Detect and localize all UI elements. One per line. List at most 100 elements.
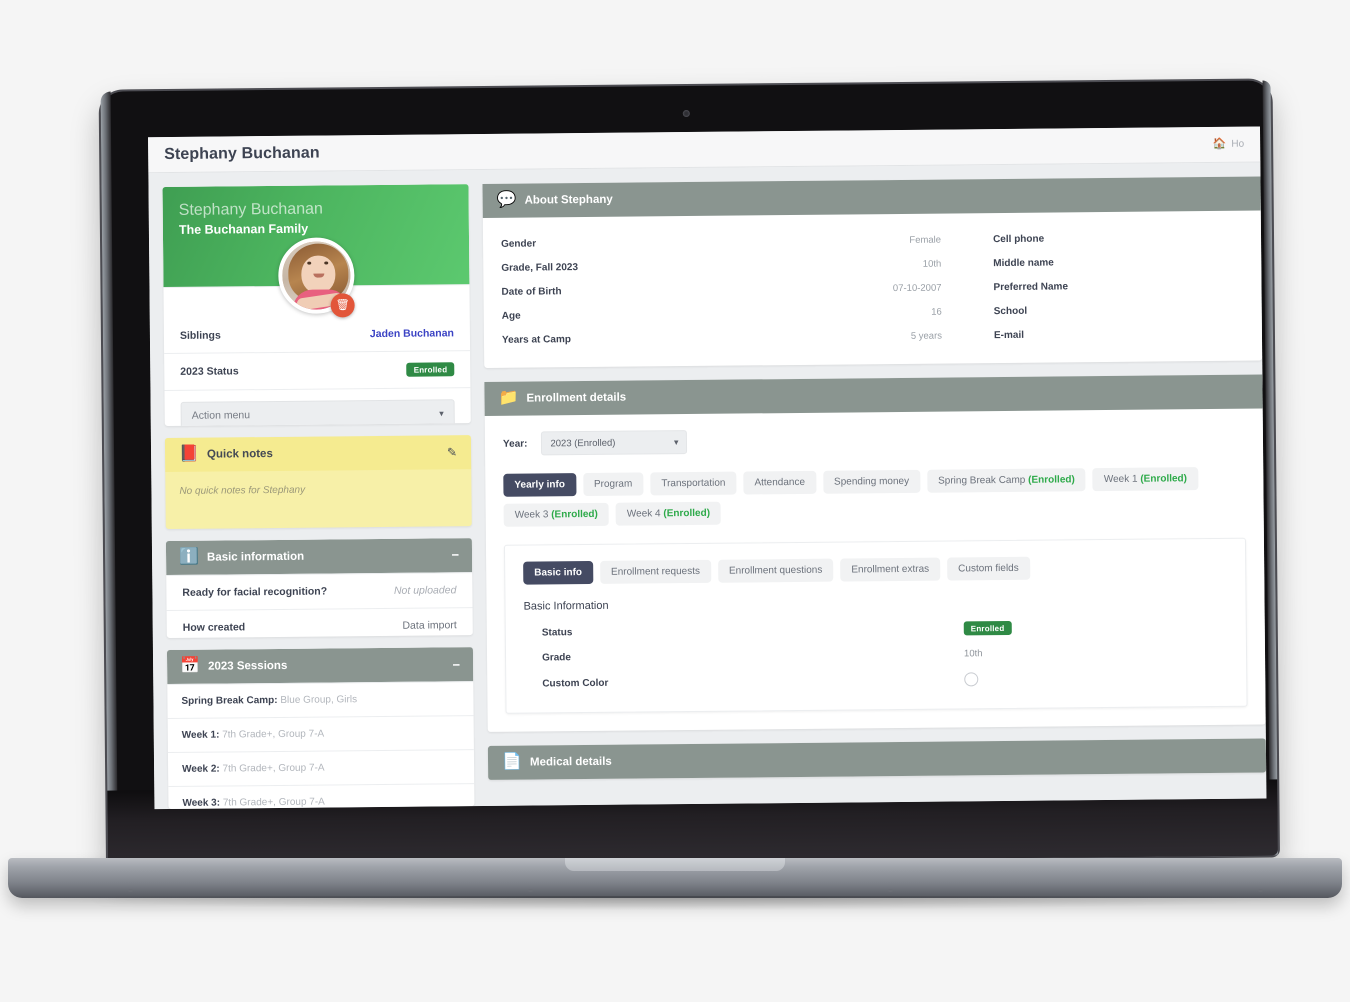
enrollment-tabs: Yearly info Program Transportation Atten… [503, 467, 1245, 527]
year-select[interactable]: 2023 (Enrolled) ▾ [541, 430, 688, 456]
tab-basic-info[interactable]: Basic info [523, 560, 594, 585]
tab-yearly-info[interactable]: Yearly info [503, 473, 577, 497]
chevron-down-icon: ▾ [673, 436, 679, 447]
tab-week-4[interactable]: Week 4 (Enrolled) [615, 501, 722, 526]
session-label: Week 1: [181, 729, 220, 742]
main-column: 💬 About Stephany Gender Female Cell phon… [482, 176, 1267, 806]
year-select-value: 2023 (Enrolled) [550, 437, 616, 449]
tab-spring-break-camp[interactable]: Spring Break Camp (Enrolled) [926, 468, 1086, 493]
minus-icon[interactable]: − [452, 657, 460, 672]
page-title: Stephany Buchanan [164, 144, 320, 163]
tab-enrollment-questions[interactable]: Enrollment questions [717, 558, 834, 583]
speech-info-icon: 💬 [496, 191, 517, 209]
info-circle-icon: ℹ️ [178, 548, 200, 566]
about-key: Cell phone [992, 233, 1045, 245]
about-title: About Stephany [524, 193, 613, 207]
facial-recognition-label: Ready for facial recognition? [182, 585, 328, 599]
tab-week-1[interactable]: Week 1 (Enrolled) [1092, 467, 1199, 492]
enrollment-card: 📁 Enrollment details Year: 2023 (Enrolle… [484, 374, 1266, 732]
list-item: Week 2: 7th Grade+, Group 7-A [167, 749, 475, 787]
grade-value: 10th [963, 648, 983, 660]
subtab-label: Enrollment questions [728, 564, 823, 577]
about-value: Female [909, 234, 942, 246]
about-body: Gender Female Cell phone Grade, Fall 202… [483, 211, 1262, 368]
about-key: Age [501, 310, 521, 322]
sessions-panel: 📅 2023 Sessions − Spring Break Camp: Blu… [166, 647, 475, 810]
session-value: 7th Grade+, Group 7-A [219, 762, 325, 775]
trash-icon[interactable]: 🗑 [330, 293, 355, 318]
left-sidebar: Stephany Buchanan The Buchanan Family 🗑 … [162, 184, 475, 810]
tab-week-3[interactable]: Week 3 (Enrolled) [503, 502, 609, 527]
facial-recognition-value: Not uploaded [393, 584, 457, 597]
profile-family: The Buchanan Family [178, 221, 309, 237]
list-item: Week 3: 7th Grade+, Group 7-A [168, 783, 475, 810]
tab-label: Attendance [754, 476, 806, 489]
tab-status: (Enrolled) [1140, 473, 1188, 485]
basic-information-heading: Basic Information [523, 599, 609, 613]
laptop-lid: Stephany Buchanan 🏠 Ho Stephany Buchanan… [100, 80, 1278, 867]
tab-transportation[interactable]: Transportation [650, 471, 737, 496]
sibling-link[interactable]: Jaden Buchanan [370, 327, 454, 340]
tab-label: Program [593, 478, 633, 490]
list-item: Week 1: 7th Grade+, Group 7-A [167, 715, 474, 753]
basic-information-header[interactable]: ℹ️ Basic information − [165, 538, 473, 575]
browser-viewport: Stephany Buchanan 🏠 Ho Stephany Buchanan… [148, 126, 1267, 810]
how-created-value: Data import [402, 619, 457, 632]
list-item: Spring Break Camp: Blue Group, Girls [167, 681, 474, 719]
tab-label: Week 1 [1103, 473, 1138, 486]
about-key: Date of Birth [501, 285, 562, 298]
webcam-icon [682, 109, 690, 118]
screenshot-scene: Stephany Buchanan 🏠 Ho Stephany Buchanan… [0, 0, 1350, 1002]
tab-label: Spending money [833, 475, 910, 488]
laptop-base-notch [565, 858, 785, 871]
basic-info-row: Ready for facial recognition? Not upload… [166, 572, 473, 610]
tab-spending-money[interactable]: Spending money [822, 469, 921, 494]
about-card: 💬 About Stephany Gender Female Cell phon… [482, 176, 1263, 368]
notebook-icon: 📕 [178, 445, 200, 464]
medical-header[interactable]: 📄 Medical details [487, 738, 1267, 780]
medical-title: Medical details [529, 755, 612, 769]
about-value: 10th [922, 258, 942, 270]
folder-icon: 📁 [498, 389, 519, 407]
action-menu-select[interactable]: Action menu ▾ [180, 399, 455, 427]
tab-label: Week 3 [514, 509, 549, 521]
status-label: 2023 Status [180, 365, 239, 378]
tab-program[interactable]: Program [582, 472, 644, 497]
tab-label: Yearly info [514, 479, 566, 491]
breadcrumb[interactable]: 🏠 Ho [1212, 137, 1245, 150]
session-value: Blue Group, Girls [277, 694, 358, 707]
quick-notes-title: Quick notes [206, 448, 273, 461]
tab-label: Spring Break Camp [938, 474, 1026, 487]
home-icon: 🏠 [1212, 137, 1227, 150]
status-label: Status [541, 626, 573, 638]
basic-info-grade-row: Grade 10th [524, 646, 1228, 664]
status-badge: Enrolled [406, 362, 455, 377]
about-key: Preferred Name [993, 280, 1069, 293]
quick-notes-empty: No quick notes for Stephany [179, 484, 306, 498]
tab-status: (Enrolled) [1028, 474, 1075, 486]
quick-notes-panel: 📕 Quick notes ✎ No quick notes for Steph… [164, 435, 472, 529]
tab-enrollment-extras[interactable]: Enrollment extras [840, 557, 941, 582]
chevron-down-icon: ▾ [439, 407, 444, 418]
about-key: School [993, 305, 1028, 317]
basic-info-row: How created Data import [166, 607, 473, 639]
sessions-header[interactable]: 📅 2023 Sessions − [166, 647, 474, 685]
how-created-label: How created [182, 621, 246, 634]
minus-icon[interactable]: − [451, 548, 459, 563]
color-swatch[interactable] [964, 672, 979, 687]
enrollment-subtabs: Basic info Enrollment requests Enrollmen… [523, 555, 1227, 585]
profile-card: Stephany Buchanan The Buchanan Family 🗑 … [162, 184, 471, 427]
yearly-info-panel: Basic info Enrollment requests Enrollmen… [503, 537, 1248, 714]
about-key: E-mail [993, 329, 1025, 341]
tab-enrollment-requests[interactable]: Enrollment requests [599, 559, 712, 584]
session-label: Week 2: [182, 763, 220, 776]
tab-attendance[interactable]: Attendance [743, 470, 817, 495]
status-row: 2023 Status Enrolled [164, 350, 471, 391]
about-value: 07-10-2007 [892, 282, 942, 294]
edit-pencil-icon[interactable]: ✎ [447, 446, 457, 460]
year-label: Year: [502, 438, 528, 450]
grade-label: Grade [541, 652, 572, 664]
year-row: Year: 2023 (Enrolled) ▾ [503, 425, 1245, 456]
subtab-label: Enrollment extras [851, 563, 930, 576]
tab-custom-fields[interactable]: Custom fields [947, 556, 1030, 581]
